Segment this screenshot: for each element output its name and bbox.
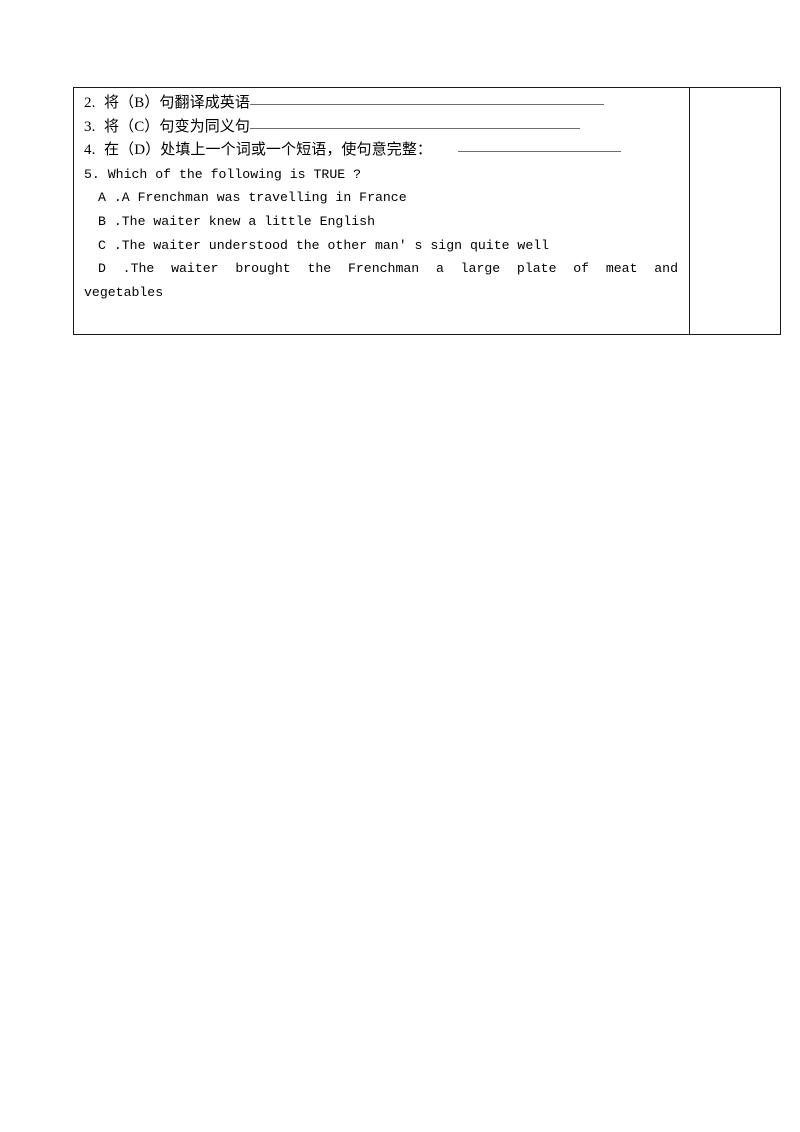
option-a[interactable]: A .A Frenchman was travelling in France	[84, 186, 681, 210]
question-table: 2. 将（B）句翻译成英语 3. 将（C）句变为同义句 4. 在（D）处填上一个词或一…	[73, 86, 781, 336]
question-item-3: 3. 将（C）句变为同义句	[84, 116, 681, 140]
question-3-text: 将（C）句变为同义句	[104, 118, 251, 135]
table-row: 2. 将（B）句翻译成英语 3. 将（C）句变为同义句 4. 在（D）处填上一个词或一…	[73, 86, 781, 336]
question-2-number: 2.	[84, 95, 96, 111]
option-c[interactable]: C .The waiter understood the other man' …	[84, 234, 681, 258]
document-page: 2. 将（B）句翻译成英语 3. 将（C）句变为同义句 4. 在（D）处填上一个词或一…	[0, 0, 800, 1132]
question-3-number: 3.	[84, 118, 96, 135]
question-4-blank[interactable]	[458, 139, 622, 153]
question-4-text: 在（D）处填上一个词或一个短语，使句意完整：	[104, 142, 433, 159]
question-item-5: 5. Which of the following is TRUE ?	[84, 166, 361, 182]
question-2-text: 将（B）句翻译成英语	[104, 95, 251, 111]
question-3-blank[interactable]	[250, 116, 581, 129]
question-item-2: 2. 将（B）句翻译成英语	[84, 92, 681, 116]
questions-cell: 2. 将（B）句翻译成英语 3. 将（C）句变为同义句 4. 在（D）处填上一个词或一…	[73, 86, 690, 336]
notes-cell[interactable]	[689, 86, 781, 336]
option-d-continuation: vegetables	[84, 284, 164, 300]
question-item-4: 4. 在（D）处填上一个词或一个短语，使句意完整：	[84, 139, 681, 163]
question-4-number: 4.	[84, 142, 96, 159]
question-2-blank[interactable]	[250, 92, 605, 105]
option-d[interactable]: D .The waiter brought the Frenchman a la…	[84, 257, 678, 281]
option-b[interactable]: B .The waiter knew a little English	[84, 210, 681, 234]
